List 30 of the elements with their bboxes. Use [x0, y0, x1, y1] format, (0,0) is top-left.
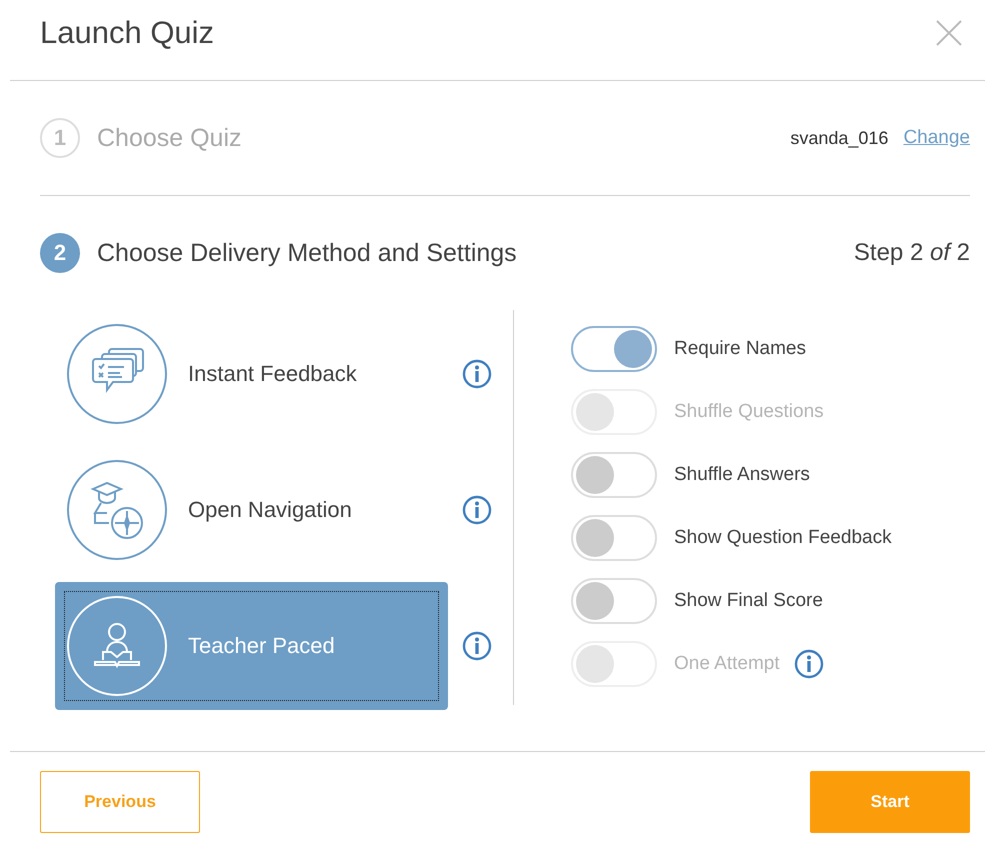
setting-label: Require Names	[674, 338, 806, 360]
info-button[interactable]	[462, 631, 492, 661]
info-icon	[462, 495, 492, 525]
step-number: 1	[40, 118, 80, 158]
step-number: 2	[40, 233, 80, 273]
toggle-switch[interactable]	[571, 578, 657, 624]
toggle-switch[interactable]	[571, 452, 657, 498]
delivery-method-option[interactable]: Teacher Paced	[55, 582, 448, 710]
previous-button[interactable]: Previous	[40, 771, 200, 833]
change-link[interactable]: Change	[903, 127, 970, 149]
info-icon	[794, 649, 824, 679]
start-button[interactable]: Start	[810, 771, 970, 833]
delivery-method-option[interactable]: Instant Feedback	[55, 310, 448, 438]
info-button[interactable]	[462, 359, 492, 389]
step-title: Choose Quiz	[97, 124, 243, 152]
info-icon	[462, 359, 492, 389]
setting-label: Shuffle Answers	[674, 464, 810, 486]
dialog-title: Launch Quiz	[40, 15, 214, 51]
step-progress: Step 2 of 2	[854, 239, 970, 267]
step-title: Choose Delivery Method and Settings	[97, 238, 518, 268]
setting-label: Show Final Score	[674, 590, 823, 612]
setting-label: Shuffle Questions	[674, 401, 824, 423]
delivery-method-option[interactable]: Open Navigation	[55, 446, 448, 574]
quiz-name: svanda_016	[790, 128, 888, 148]
info-icon	[462, 631, 492, 661]
setting-label: One Attempt	[674, 653, 780, 675]
toggle-switch[interactable]	[571, 515, 657, 561]
toggle-switch[interactable]	[571, 326, 657, 372]
setting-label: Show Question Feedback	[674, 527, 892, 549]
info-button[interactable]	[462, 495, 492, 525]
